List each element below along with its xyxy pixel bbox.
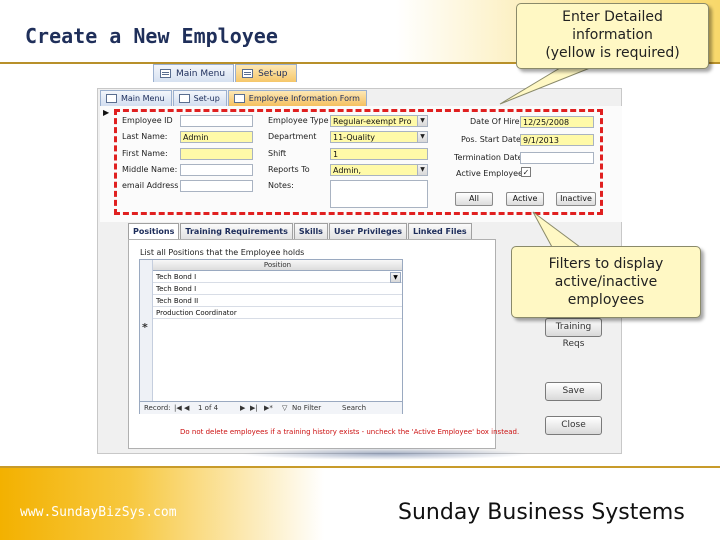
new-record-marker: * (142, 321, 148, 334)
form-icon (160, 69, 171, 78)
table-row[interactable]: Tech Bond II (153, 296, 402, 307)
position-cell: Production Coordinator (156, 309, 237, 317)
training-reqs-button[interactable]: Training Reqs (545, 318, 602, 349)
inner-tab-label: Set-up (193, 94, 220, 103)
form-icon (178, 94, 190, 103)
filters-callout: Filters to display active/inactive emplo… (511, 246, 701, 318)
tab-skills[interactable]: Skills (293, 223, 328, 239)
slide: Create a New Employee Main Menu Set-up M… (0, 0, 720, 540)
position-cell: Tech Bond II (156, 297, 199, 305)
record-navigation-bar: Record: |◀ ◀ 1 of 4 ▶ ▶| ▶* ▽ No Filter … (140, 401, 402, 414)
tab-positions[interactable]: Positions (128, 223, 180, 239)
record-position[interactable]: 1 of 4 (198, 402, 218, 415)
callout-line: active/inactive (554, 274, 658, 290)
footer-brand: Sunday Business Systems (398, 500, 685, 525)
callout-line: Filters to display (548, 256, 664, 272)
outer-tab-label: Set-up (258, 69, 288, 79)
table-row[interactable]: Production Coordinator (153, 308, 402, 319)
required-fields-highlight (114, 109, 603, 215)
save-button[interactable]: Save (545, 382, 602, 401)
prev-record-icon[interactable]: ◀ (184, 402, 189, 415)
form-icon (106, 94, 117, 103)
tab-linked-files[interactable]: Linked Files (407, 223, 472, 239)
callout-line: Enter Detailed (562, 9, 663, 25)
required-info-callout: Enter Detailed information (yellow is re… (516, 3, 709, 69)
inner-tab-label: Main Menu (121, 94, 165, 103)
position-column-label: Position (263, 261, 292, 269)
delete-warning: Do not delete employees if a training hi… (180, 428, 520, 436)
table-row[interactable]: Tech Bond I (153, 284, 402, 295)
position-cell: Tech Bond I (156, 273, 197, 281)
inner-tab-label: Employee Information Form (248, 94, 360, 103)
no-filter-button[interactable]: No Filter (292, 402, 321, 415)
records-label: Record: (144, 404, 171, 412)
first-record-icon[interactable]: |◀ (174, 402, 182, 415)
close-button[interactable]: Close (545, 416, 602, 435)
position-cell: Tech Bond I (156, 285, 197, 293)
search-box[interactable]: Search (342, 402, 366, 415)
new-record-icon[interactable]: ▶* (264, 402, 273, 415)
callout-line: employees (567, 292, 645, 308)
inner-tab-main-menu[interactable]: Main Menu (100, 90, 172, 106)
outer-tab-strip: Main Menu Set-up (153, 64, 298, 82)
record-selector-icon[interactable]: ▶ (103, 108, 109, 117)
filter-icon: ▽ (282, 404, 288, 412)
position-column-header[interactable]: Position (153, 260, 402, 271)
inner-tab-strip: Main Menu Set-up Employee Information Fo… (100, 90, 368, 106)
row-selector-column (140, 260, 153, 413)
outer-tab-main-menu[interactable]: Main Menu (153, 64, 235, 82)
last-record-icon[interactable]: ▶| (250, 402, 258, 415)
footer-url[interactable]: www.SundayBizSys.com (20, 505, 177, 520)
form-icon (242, 69, 254, 78)
inner-tab-setup[interactable]: Set-up (172, 90, 227, 106)
inner-tab-employee-form[interactable]: Employee Information Form (227, 90, 367, 106)
outer-tab-setup[interactable]: Set-up (235, 64, 297, 82)
next-record-icon[interactable]: ▶ (240, 402, 245, 415)
chevron-down-icon[interactable]: ▼ (390, 272, 401, 283)
callout-line: (yellow is required) (545, 45, 680, 61)
tab-training-requirements[interactable]: Training Requirements (180, 223, 293, 239)
form-icon (233, 94, 245, 103)
outer-tab-label: Main Menu (176, 69, 226, 79)
tab-user-privileges[interactable]: User Privileges (328, 223, 407, 239)
table-row[interactable]: Tech Bond I (153, 272, 402, 283)
subform-tab-strip: Positions Training Requirements Skills U… (128, 223, 473, 239)
positions-caption: List all Positions that the Employee hol… (140, 248, 305, 257)
page-title: Create a New Employee (25, 24, 278, 48)
decorative-shadow (240, 448, 530, 460)
callout-line: information (572, 27, 653, 43)
